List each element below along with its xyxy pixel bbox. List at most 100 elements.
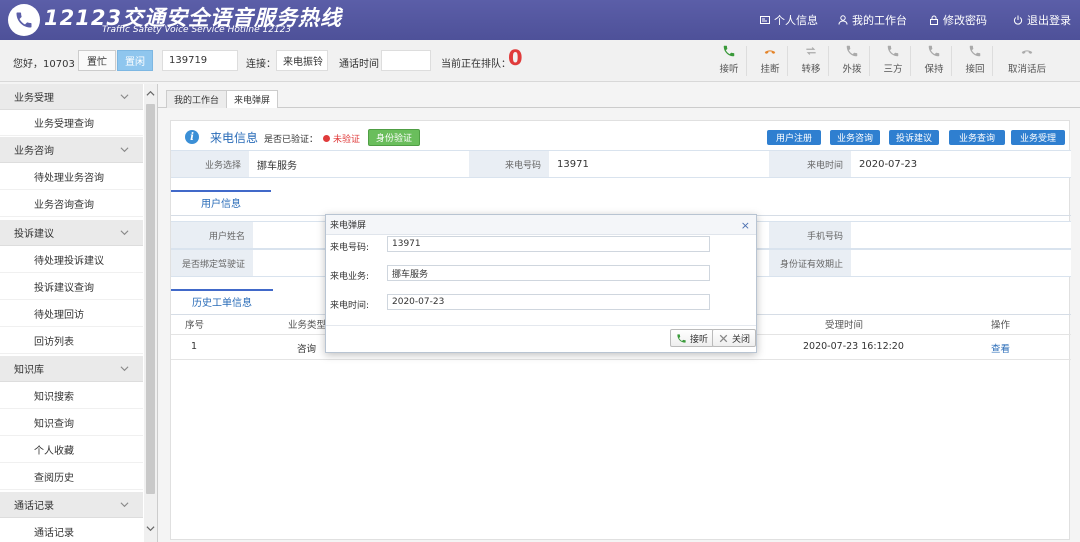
toolbar-divider <box>992 46 993 76</box>
table-row-divider <box>171 359 1071 360</box>
sidebar-item-history[interactable]: 查阅历史 <box>0 464 143 490</box>
sidebar-group-complaint[interactable]: 投诉建议 <box>0 220 143 246</box>
sidebar: 业务受理 业务受理查询 业务咨询 待处理业务咨询 业务咨询查询 投诉建议 待处理… <box>0 84 158 542</box>
toolbar-divider <box>787 46 788 76</box>
user-register-button[interactable]: 用户注册 <box>767 130 821 145</box>
dialog-answer-button[interactable]: 接听 <box>670 329 715 347</box>
sidebar-group-label: 通话记录 <box>14 501 54 512</box>
incoming-info-title: 来电信息 <box>210 131 259 145</box>
row-time: 2020-07-23 16:12:20 <box>803 341 904 352</box>
sidebar-item-pending-followup[interactable]: 待处理回访 <box>0 301 143 327</box>
sidebar-item-consult-query[interactable]: 业务咨询查询 <box>0 191 143 217</box>
sidebar-group-label: 业务受理 <box>14 93 54 104</box>
busy-button[interactable]: 置忙 <box>78 50 116 71</box>
history-tab[interactable]: 历史工单信息 <box>171 289 273 311</box>
user-info-tab[interactable]: 用户信息 <box>171 190 271 212</box>
user-name-label: 用户姓名 <box>171 222 253 248</box>
retrieve-action-label: 接回 <box>965 64 985 75</box>
sidebar-group-consult[interactable]: 业务咨询 <box>0 137 143 163</box>
sidebar-item-pending-complaint[interactable]: 待处理投诉建议 <box>0 247 143 273</box>
connect-status: 来电振铃 <box>276 50 328 71</box>
view-link[interactable]: 查看 <box>991 341 1010 355</box>
col-time: 受理时间 <box>825 320 864 331</box>
sidebar-item-followup-list[interactable]: 回访列表 <box>0 328 143 354</box>
scroll-up-icon[interactable] <box>146 89 155 98</box>
three-way-action-label: 三方 <box>883 64 903 75</box>
hangup-action[interactable]: 挂断 <box>757 44 783 80</box>
verified-status-text: 未验证 <box>333 135 361 145</box>
profile-link[interactable]: 个人信息 <box>760 12 818 28</box>
info-icon: i <box>185 130 199 144</box>
power-icon <box>1013 15 1023 25</box>
sidebar-item-knowledge-query[interactable]: 知识查询 <box>0 410 143 436</box>
transfer-action[interactable]: 转移 <box>798 44 824 80</box>
workbench-link-label: 我的工作台 <box>852 14 907 27</box>
phone-hold-icon <box>928 45 940 57</box>
transfer-icon <box>806 47 816 55</box>
caller-number-value: 13971 <box>549 151 769 177</box>
sidebar-group-business-accept[interactable]: 业务受理 <box>0 84 143 110</box>
status-dot-icon <box>323 135 330 142</box>
dialog-number-label: 来电号码: <box>330 243 370 253</box>
sidebar-scroll-thumb[interactable] <box>146 104 155 494</box>
consult-button[interactable]: 业务咨询 <box>830 130 880 145</box>
idle-button[interactable]: 置闲 <box>117 50 153 71</box>
incoming-info-row: 业务选择 挪车服务 来电号码 13971 来电时间 2020-07-23 <box>171 150 1071 178</box>
tab-workbench[interactable]: 我的工作台 <box>166 90 228 108</box>
call-time-field <box>381 50 431 71</box>
dialog-business-field[interactable]: 挪车服务 <box>387 265 710 281</box>
answer-action[interactable]: 接听 <box>716 44 742 80</box>
id-verify-button[interactable]: 身份验证 <box>368 129 420 146</box>
sidebar-group-call-records[interactable]: 通话记录 <box>0 492 143 518</box>
dialog-answer-label: 接听 <box>690 334 709 345</box>
tab-incoming-call[interactable]: 来电弹屏 <box>226 90 279 108</box>
col-action: 操作 <box>991 320 1011 331</box>
dialog-title-bar: 来电弹屏 × <box>326 215 756 235</box>
phone-outgoing-icon <box>846 45 858 57</box>
business-query-button[interactable]: 业务查询 <box>949 130 1005 145</box>
user-icon <box>838 15 848 25</box>
sidebar-scrollbar[interactable] <box>144 84 157 542</box>
license-bound-label: 是否绑定驾驶证 <box>171 250 253 276</box>
hold-action[interactable]: 保持 <box>921 44 947 80</box>
sidebar-group-knowledge[interactable]: 知识库 <box>0 356 143 382</box>
toolbar-divider <box>828 46 829 76</box>
row-no: 1 <box>191 341 198 352</box>
retrieve-action[interactable]: 接回 <box>962 44 988 80</box>
toolbar-divider <box>746 46 747 76</box>
cancel-wrapup-action[interactable]: 取消话后 <box>1003 44 1051 80</box>
sidebar-item-knowledge-search[interactable]: 知识搜索 <box>0 383 143 409</box>
col-type: 业务类型 <box>288 320 327 331</box>
sidebar-item-pending-consult[interactable]: 待处理业务咨询 <box>0 164 143 190</box>
lock-icon <box>930 15 938 25</box>
workbench-link[interactable]: 我的工作台 <box>838 12 907 28</box>
sidebar-group-label: 业务咨询 <box>14 146 54 157</box>
dialog-time-label: 来电时间: <box>330 301 370 311</box>
dialog-number-field[interactable]: 13971 <box>387 236 710 252</box>
dialog-footer: 接听 关闭 <box>326 325 756 352</box>
complaint-button[interactable]: 投诉建议 <box>889 130 939 145</box>
dialog-close-button[interactable]: 关闭 <box>712 329 756 347</box>
sidebar-item-call-records[interactable]: 通话记录 <box>0 519 143 542</box>
dial-out-action[interactable]: 外拨 <box>839 44 865 80</box>
scroll-down-icon[interactable] <box>146 524 155 533</box>
close-icon[interactable]: × <box>741 219 750 232</box>
app-subtitle: Traffic Safety Voice Service Hotline 121… <box>102 25 292 35</box>
phone-answer-icon <box>677 333 686 343</box>
sidebar-item-business-accept-query[interactable]: 业务受理查询 <box>0 110 143 136</box>
three-way-action[interactable]: 三方 <box>880 44 906 80</box>
chevron-down-icon <box>120 147 129 153</box>
change-password-link[interactable]: 修改密码 <box>929 12 987 28</box>
phone-number-field[interactable]: 139719 <box>162 50 238 71</box>
sidebar-item-complaint-query[interactable]: 投诉建议查询 <box>0 274 143 300</box>
logout-link[interactable]: 退出登录 <box>1013 12 1071 28</box>
business-accept-button[interactable]: 业务受理 <box>1011 130 1065 145</box>
business-type-label: 业务选择 <box>171 151 249 177</box>
dialog-title: 来电弹屏 <box>330 221 367 231</box>
close-icon <box>719 334 728 342</box>
tab-bar: 我的工作台 来电弹屏 <box>158 88 1080 108</box>
dialog-time-field[interactable]: 2020-07-23 <box>387 294 710 310</box>
change-password-label: 修改密码 <box>943 14 987 27</box>
col-no: 序号 <box>185 320 205 331</box>
sidebar-item-favorites[interactable]: 个人收藏 <box>0 437 143 463</box>
